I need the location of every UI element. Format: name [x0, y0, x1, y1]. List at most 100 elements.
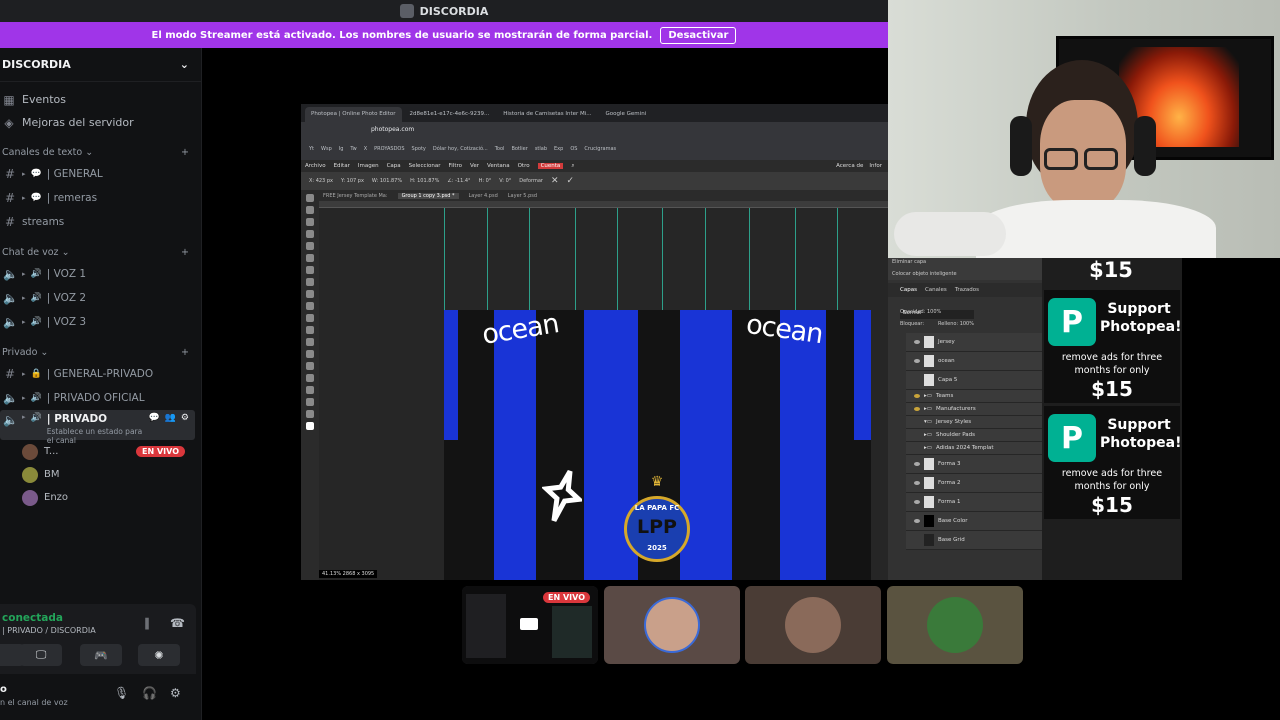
layer-group[interactable]: ▸▭ Teams: [906, 390, 1042, 403]
fill-field[interactable]: Relleno: 100%: [938, 321, 974, 333]
browser-tab[interactable]: 2d8e81e1-e17c-4e6c-9239...: [404, 107, 496, 122]
eye-icon[interactable]: [914, 519, 920, 523]
layer-row[interactable]: Jersey: [906, 333, 1042, 352]
blur-tool-icon[interactable]: [306, 326, 314, 334]
marquee-tool-icon[interactable]: [306, 206, 314, 214]
search-icon[interactable]: ⌕: [571, 163, 574, 170]
ad-card[interactable]: P Support Photopea! remove ads for three…: [1044, 290, 1182, 403]
participant-tile[interactable]: [887, 586, 1023, 664]
participant-tile[interactable]: [604, 586, 740, 664]
browser-tab[interactable]: Photopea | Online Photo Editor: [305, 107, 402, 122]
voice-user[interactable]: Enzo: [0, 486, 201, 509]
address-bar[interactable]: photopea.com: [301, 122, 888, 138]
server-header[interactable]: DISCORDIA ⌄: [0, 48, 201, 82]
bucket-tool-icon[interactable]: [306, 314, 314, 322]
channel-privado-active[interactable]: 🔈 ▸ 🔊 | PRIVADO Establece un estado para …: [0, 410, 195, 445]
add-channel-icon[interactable]: +: [181, 147, 189, 158]
participant-tile[interactable]: [745, 586, 881, 664]
eye-icon[interactable]: [914, 420, 920, 424]
layer-group[interactable]: ▸▭ Adidas 2024 Templat: [906, 442, 1042, 455]
layer-row[interactable]: Base Grid: [906, 531, 1042, 550]
browser-tab[interactable]: Historia de Camisetas Inter Mi...: [497, 107, 597, 122]
channel-streams[interactable]: # streams: [0, 210, 201, 234]
eye-icon[interactable]: [914, 359, 920, 363]
tab-paths[interactable]: Trazados: [955, 287, 979, 293]
channel-voz-2[interactable]: 🔈 ▸ 🔊 | VOZ 2: [0, 286, 201, 310]
screen-share-button[interactable]: 🖵: [20, 644, 62, 666]
eraser-tool-icon[interactable]: [306, 302, 314, 310]
eye-icon[interactable]: [914, 538, 920, 542]
chat-icon[interactable]: 💬: [148, 413, 159, 423]
layer-group[interactable]: ▸▭ Manufacturers: [906, 403, 1042, 416]
voice-status[interactable]: conectada: [2, 612, 63, 624]
gear-icon[interactable]: ⚙: [181, 413, 189, 423]
channel-general[interactable]: # ▸ 💬 | GENERAL: [0, 162, 201, 186]
layer-row[interactable]: Base Color: [906, 512, 1042, 531]
category-voice-chat[interactable]: Chat de voz ⌄ +: [0, 242, 201, 262]
text-tool-icon[interactable]: [306, 362, 314, 370]
add-channel-icon[interactable]: +: [181, 247, 189, 258]
eye-icon[interactable]: [914, 378, 920, 382]
layer-row[interactable]: Capa 5: [906, 371, 1042, 390]
channel-voz-1[interactable]: 🔈 ▸ 🔊 | VOZ 1: [0, 262, 201, 286]
layer-row[interactable]: Forma 1: [906, 493, 1042, 512]
eye-icon[interactable]: [914, 407, 920, 411]
tab-layers[interactable]: Capas: [900, 287, 917, 293]
ad-price[interactable]: $15: [1042, 258, 1180, 282]
lasso-tool-icon[interactable]: [306, 218, 314, 226]
layer-group[interactable]: ▾▭ Jersey Styles: [906, 416, 1042, 429]
layer-group[interactable]: ▸▭ Shoulder Pads: [906, 429, 1042, 442]
disconnect-icon[interactable]: ☎: [170, 616, 185, 630]
add-member-icon[interactable]: 👥: [165, 413, 176, 423]
eyedropper-tool-icon[interactable]: [306, 254, 314, 262]
user-name[interactable]: o: [0, 684, 7, 695]
stamp-tool-icon[interactable]: [306, 290, 314, 298]
wand-tool-icon[interactable]: [306, 230, 314, 238]
voice-user[interactable]: BM: [0, 463, 201, 486]
browser-tab[interactable]: Google Gemini: [600, 107, 653, 122]
category-text-channels[interactable]: Canales de texto ⌄ +: [0, 142, 201, 162]
eye-icon[interactable]: [914, 500, 920, 504]
zoom-tool-icon[interactable]: [306, 410, 314, 418]
hand-tool-icon[interactable]: [306, 398, 314, 406]
channel-status-text[interactable]: Establece un estado para el canal: [47, 427, 144, 445]
channel-privado-oficial[interactable]: 🔈 ▸ 🔊 | PRIVADO OFICIAL: [0, 386, 201, 410]
layer-row[interactable]: ocean: [906, 352, 1042, 371]
shape-tool-icon[interactable]: [306, 386, 314, 394]
nav-events[interactable]: ▦ Eventos: [0, 88, 201, 111]
nav-server-boosts[interactable]: ◈ Mejoras del servidor: [0, 111, 201, 134]
channel-remeras[interactable]: # ▸ 💬 | remeras: [0, 186, 201, 210]
brush-tool-icon[interactable]: [306, 278, 314, 286]
cancel-icon[interactable]: ✕: [551, 176, 559, 186]
panel-action[interactable]: Colocar objeto inteligente: [888, 268, 1042, 280]
deactivate-streamer-button[interactable]: Desactivar: [660, 26, 737, 44]
crop-tool-icon[interactable]: [306, 242, 314, 250]
microphone-icon[interactable]: 🎙: [114, 686, 129, 700]
activity-button[interactable]: 🎮: [80, 644, 122, 666]
participant-tile-stream[interactable]: EN VIVO: [462, 586, 598, 664]
channel-voz-3[interactable]: 🔈 ▸ 🔊 | VOZ 3: [0, 310, 201, 334]
eye-icon[interactable]: [914, 394, 920, 398]
noise-suppression-icon[interactable]: ∥: [144, 616, 150, 630]
category-privado[interactable]: Privado ⌄ +: [0, 342, 201, 362]
eye-icon[interactable]: [914, 340, 920, 344]
add-channel-icon[interactable]: +: [181, 347, 189, 358]
layer-row[interactable]: Forma 2: [906, 474, 1042, 493]
layer-row[interactable]: Forma 3: [906, 455, 1042, 474]
move-tool-icon[interactable]: [306, 194, 314, 202]
heal-tool-icon[interactable]: [306, 266, 314, 274]
eye-icon[interactable]: [914, 481, 920, 485]
tab-channels[interactable]: Canales: [925, 287, 947, 293]
channel-general-privado[interactable]: # ▸ 🔒 | GENERAL-PRIVADO: [0, 362, 201, 386]
headphones-icon[interactable]: 🎧: [142, 686, 157, 700]
soundboard-button[interactable]: ✺: [138, 644, 180, 666]
dodge-tool-icon[interactable]: [306, 338, 314, 346]
opacity-field[interactable]: Opacidad: 100%: [900, 309, 941, 315]
ad-card[interactable]: P Support Photopea! remove ads for three…: [1044, 406, 1182, 519]
eye-icon[interactable]: [914, 462, 920, 466]
photopea-canvas[interactable]: ocean ocean ♛ LA PAPA FC LPP 2025 41.13%…: [319, 208, 888, 580]
color-swatch-icon[interactable]: [306, 422, 314, 430]
path-select-tool-icon[interactable]: [306, 374, 314, 382]
pen-tool-icon[interactable]: [306, 350, 314, 358]
gear-icon[interactable]: ⚙: [170, 686, 181, 700]
